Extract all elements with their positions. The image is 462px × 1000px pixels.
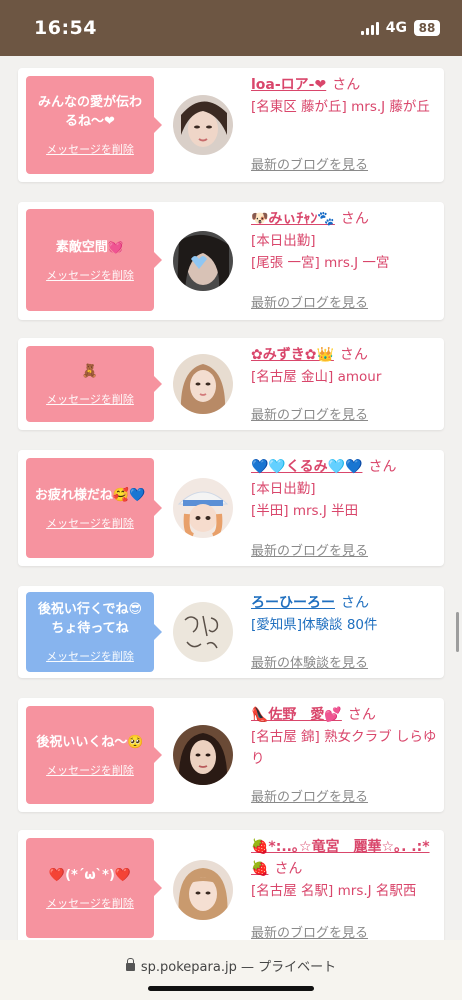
honorific: さん [347, 707, 376, 723]
message-card: ❤️(*´ω`*)❤️ メッセージを削除 🍓*:..｡☆竜宮 麗華☆｡. .:*… [18, 830, 444, 940]
avatar[interactable] [173, 725, 233, 785]
profile-detail: [名古屋 錦] 熟女クラブ しらゆり [251, 729, 437, 767]
profile-detail: [名古屋 名駅] mrs.J 名駅西 [251, 883, 417, 899]
profile-info: loa-ロア-❤ さん [名東区 藤が丘] mrs.J 藤が丘 [251, 74, 439, 118]
latest-blog-link[interactable]: 最新のブログを見る [251, 154, 368, 173]
delete-message-link[interactable]: メッセージを削除 [46, 267, 134, 283]
delete-message-link[interactable]: メッセージを削除 [46, 391, 134, 407]
profile-name-link[interactable]: 👠佐野 愛💕 [251, 707, 342, 723]
latest-blog-link[interactable]: 最新のブログを見る [251, 404, 368, 423]
profile-detail: [半田] mrs.J 半田 [251, 503, 359, 519]
delete-message-link[interactable]: メッセージを削除 [46, 141, 134, 157]
delete-message-link[interactable]: メッセージを削除 [46, 515, 134, 531]
battery-icon: 88 [414, 20, 440, 36]
latest-blog-link[interactable]: 最新のブログを見る [251, 540, 368, 559]
profile-name-link[interactable]: ろーひーろー [251, 595, 335, 611]
message-bubble: 後祝い行くでね😎ちょ待ってね メッセージを削除 [26, 592, 162, 672]
home-indicator[interactable] [148, 986, 314, 991]
delete-message-link[interactable]: メッセージを削除 [46, 762, 134, 778]
message-bubble: 🧸 メッセージを削除 [26, 346, 162, 422]
message-bubble: ❤️(*´ω`*)❤️ メッセージを削除 [26, 838, 162, 938]
url-domain: sp.pokepara.jp [140, 960, 237, 975]
profile-detail: [本日出勤] [251, 233, 316, 249]
delete-message-link[interactable]: メッセージを削除 [46, 895, 134, 911]
message-text: 素敵空間💓 [55, 239, 125, 255]
profile-name-link[interactable]: 🐶みぃﾁｬﾝ🐾 [251, 211, 335, 227]
profile-info: 👠佐野 愛💕 さん [名古屋 錦] 熟女クラブ しらゆり [251, 704, 439, 770]
profile-detail: [尾張 一宮] mrs.J 一宮 [251, 255, 390, 271]
avatar[interactable] [173, 602, 233, 662]
message-text: ❤️(*´ω`*)❤️ [48, 867, 132, 883]
message-text: お疲れ様だね🥰💙 [34, 487, 146, 503]
message-bubble: 素敵空間💓 メッセージを削除 [26, 209, 162, 311]
message-card: お疲れ様だね🥰💙 メッセージを削除 💙🩵くるみ🩵💙 さん [本日出勤] [半田] … [18, 450, 444, 566]
message-card: 🧸 メッセージを削除 ✿みずき✿👑 さん [名古屋 金山] amour 最新のブロ… [18, 338, 444, 430]
message-bubble: お疲れ様だね🥰💙 メッセージを削除 [26, 458, 162, 558]
profile-detail: [名古屋 金山] amour [251, 369, 382, 385]
honorific: さん [368, 459, 397, 475]
avatar[interactable] [173, 231, 233, 291]
message-bubble: 後祝いいくね〜🥺 メッセージを削除 [26, 706, 162, 804]
latest-review-link[interactable]: 最新の体験談を見る [251, 652, 368, 671]
avatar[interactable] [173, 860, 233, 920]
avatar[interactable] [173, 354, 233, 414]
profile-info: 💙🩵くるみ🩵💙 さん [本日出勤] [半田] mrs.J 半田 [251, 456, 439, 522]
message-card: 素敵空間💓 メッセージを削除 🐶みぃﾁｬﾝ🐾 さん [本日出勤] [尾張 一宮] … [18, 202, 444, 320]
latest-blog-link[interactable]: 最新のブログを見る [251, 922, 368, 940]
honorific: さん [341, 595, 369, 611]
private-mode-label: — プライベート [240, 960, 337, 975]
profile-detail: [本日出勤] [251, 481, 316, 497]
message-feed[interactable]: みんなの愛が伝わるね〜❤ メッセージを削除 loa-ロア-❤ さん [名東区 藤が… [0, 56, 462, 940]
address-bar[interactable]: sp.pokepara.jp — プライベート [0, 940, 462, 1000]
avatar[interactable] [173, 478, 233, 538]
honorific: さん [339, 347, 368, 363]
message-text: みんなの愛が伝わるね〜❤ [37, 95, 142, 129]
message-text: 後祝いいくね〜🥺 [36, 734, 144, 750]
profile-detail: [名東区 藤が丘] mrs.J 藤が丘 [251, 99, 430, 115]
message-text: 後祝い行くでね😎ちょ待ってね [37, 602, 143, 636]
message-bubble: みんなの愛が伝わるね〜❤ メッセージを削除 [26, 76, 162, 174]
signal-icon [360, 21, 379, 35]
status-time: 16:54 [34, 17, 97, 39]
message-card: みんなの愛が伝わるね〜❤ メッセージを削除 loa-ロア-❤ さん [名東区 藤が… [18, 68, 444, 182]
lock-icon [125, 958, 135, 971]
message-text: 🧸 [81, 363, 99, 379]
message-card: 後祝いいくね〜🥺 メッセージを削除 👠佐野 愛💕 さん [名古屋 錦] 熟女クラブ… [18, 698, 444, 812]
avatar[interactable] [173, 95, 233, 155]
status-bar: 16:54 4G 88 [0, 0, 462, 56]
latest-blog-link[interactable]: 最新のブログを見る [251, 292, 368, 311]
honorific: さん [274, 861, 303, 877]
profile-info: 🍓*:..｡☆竜宮 麗華☆｡. .:*🍓 さん [名古屋 名駅] mrs.J 名駅… [251, 836, 439, 902]
profile-name-link[interactable]: loa-ロア-❤ [251, 77, 326, 93]
message-card: 後祝い行くでね😎ちょ待ってね メッセージを削除 ろーひーろー さん [愛知県]体験… [18, 586, 444, 678]
profile-info: 🐶みぃﾁｬﾝ🐾 さん [本日出勤] [尾張 一宮] mrs.J 一宮 [251, 208, 439, 274]
url-display[interactable]: sp.pokepara.jp — プライベート [0, 956, 462, 975]
latest-blog-link[interactable]: 最新のブログを見る [251, 786, 368, 805]
profile-info: ろーひーろー さん [愛知県]体験談 80件 [251, 592, 439, 636]
scrollbar-thumb[interactable] [456, 612, 459, 652]
status-indicators: 4G 88 [360, 20, 440, 36]
honorific: さん [340, 211, 369, 227]
honorific: さん [332, 77, 361, 93]
profile-info: ✿みずき✿👑 さん [名古屋 金山] amour [251, 344, 439, 388]
delete-message-link[interactable]: メッセージを削除 [46, 648, 134, 664]
profile-detail: [愛知県]体験談 80件 [251, 617, 378, 633]
profile-name-link[interactable]: 💙🩵くるみ🩵💙 [251, 459, 362, 475]
profile-name-link[interactable]: ✿みずき✿👑 [251, 347, 334, 363]
network-type: 4G [385, 20, 407, 36]
